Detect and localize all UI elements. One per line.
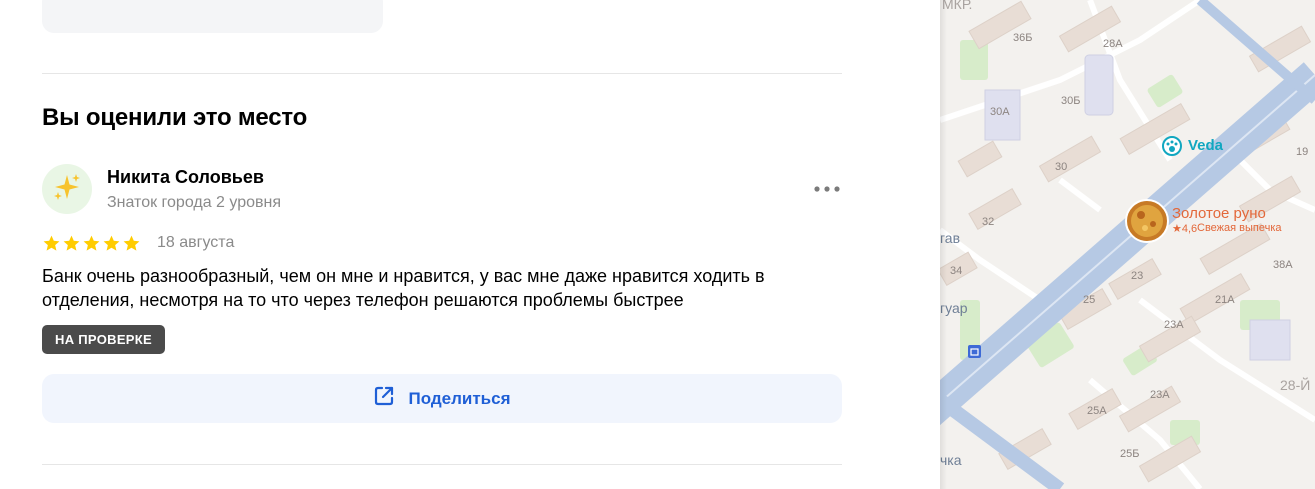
bank-marker-icon[interactable] [968,345,981,358]
author-name[interactable]: Никита Соловьев [107,167,264,188]
place-panel: Вы оценили это место Никита Соловьев Зна… [0,0,940,489]
share-external-icon [373,385,395,412]
poi-zolotoe-runo[interactable] [1125,199,1169,243]
review-text: Банк очень разнообразный, чем он мне и н… [42,266,765,310]
star-icon [83,235,100,251]
rating-stars [42,234,141,253]
review-date: 18 августа [157,234,235,251]
map-canvas[interactable] [940,0,1315,489]
map-edge-shadow [940,0,947,489]
section-title: Вы оценили это место [42,104,308,131]
divider-top [42,73,842,74]
star-icon [123,235,140,251]
share-label: Поделиться [408,388,511,408]
previous-card [42,0,383,33]
more-options-button[interactable] [812,178,842,198]
divider-bottom [42,464,842,465]
author-avatar[interactable] [42,164,92,214]
sparkles-icon [52,172,82,207]
poi-veda[interactable] [1162,136,1182,156]
status-badge: НА ПРОВЕРКЕ [42,325,165,354]
map[interactable]: МКР. 36Б 28А 30А 30Б 30 32 34 23 25 23А … [940,0,1315,489]
author-level: Знаток города 2 уровня [107,194,282,211]
star-icon [63,235,80,251]
share-button[interactable]: Поделиться [42,374,842,423]
more-dots-icon [814,179,840,197]
star-icon [43,235,60,251]
star-icon [103,235,120,251]
